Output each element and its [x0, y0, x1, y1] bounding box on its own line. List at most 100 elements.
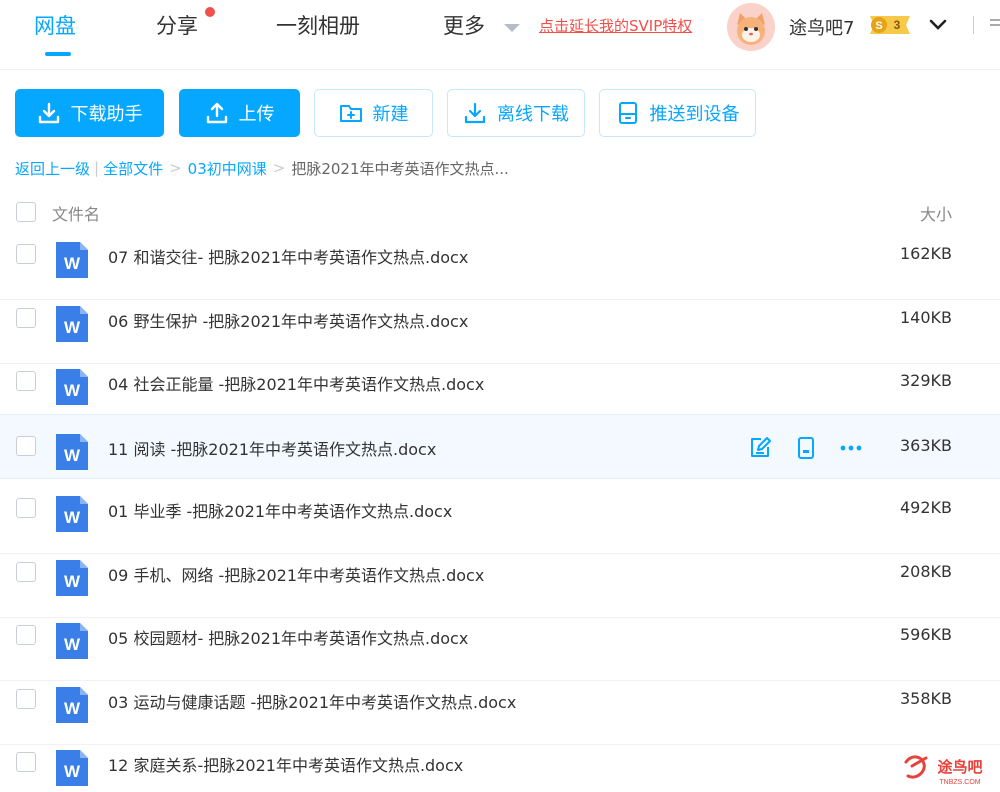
file-row[interactable]: W 05 校园题材- 把脉2021年中考英语作文热点.docx 596KB	[0, 617, 1000, 681]
breadcrumb-back-link[interactable]: 返回上一级	[15, 158, 90, 179]
word-doc-icon: W	[56, 560, 88, 596]
top-nav: 网盘 分享 一刻相册 更多 点击延长我的SVIP特权 途鸟吧7 S 3	[0, 0, 1000, 70]
file-row[interactable]: W 07 和谐交往- 把脉2021年中考英语作文热点.docx 162KB	[0, 236, 1000, 300]
username[interactable]: 途鸟吧7	[789, 14, 854, 40]
phone-icon[interactable]	[794, 436, 818, 460]
nav-cut-off-icon	[988, 16, 1000, 32]
file-row[interactable]: W 12 家庭关系-把脉2021年中考英语作文热点.docx	[0, 744, 1000, 791]
row-checkbox[interactable]	[16, 562, 36, 582]
row-checkbox[interactable]	[16, 689, 36, 709]
offline-download-icon	[464, 102, 486, 124]
row-checkbox[interactable]	[16, 244, 36, 264]
file-name[interactable]: 09 手机、网络 -把脉2021年中考英语作文热点.docx	[108, 562, 484, 586]
file-size: 492KB	[899, 498, 952, 517]
row-checkbox[interactable]	[16, 308, 36, 328]
download-helper-label: 下载助手	[70, 104, 143, 125]
watermark-subtext: TNBZS.COM	[939, 779, 980, 786]
caret-down-icon[interactable]	[504, 24, 520, 32]
breadcrumb-separator: >	[169, 159, 182, 177]
svg-text:W: W	[64, 699, 81, 718]
nav-divider	[973, 16, 974, 34]
file-name[interactable]: 07 和谐交往- 把脉2021年中考英语作文热点.docx	[108, 244, 468, 268]
nav-active-underline	[45, 52, 71, 56]
push-to-device-button[interactable]: 推送到设备	[599, 89, 756, 137]
upload-label: 上传	[238, 104, 275, 125]
word-doc-icon: W	[56, 623, 88, 659]
breadcrumb-folder-link[interactable]: 03初中网课	[188, 158, 267, 179]
offline-download-button[interactable]: 离线下载	[447, 89, 585, 137]
row-checkbox[interactable]	[16, 752, 36, 772]
notification-dot	[205, 7, 215, 17]
row-checkbox[interactable]	[16, 625, 36, 645]
edit-icon[interactable]	[748, 436, 772, 460]
badge-level: 3	[894, 18, 901, 32]
breadcrumb-divider: |	[94, 159, 100, 177]
row-checkbox[interactable]	[16, 498, 36, 518]
file-list-header: 文件名 大小	[0, 193, 1000, 235]
row-checkbox[interactable]	[16, 436, 36, 456]
file-name[interactable]: 12 家庭关系-把脉2021年中考英语作文热点.docx	[108, 752, 463, 776]
site-watermark-logo: 途鸟吧 TNBZS.COM	[902, 752, 994, 788]
svg-text:W: W	[64, 318, 81, 337]
word-doc-icon: W	[56, 242, 88, 278]
push-to-device-label: 推送到设备	[649, 104, 740, 125]
download-icon	[38, 102, 59, 124]
watermark-text: 途鸟吧	[937, 758, 982, 776]
file-size: 358KB	[899, 689, 952, 708]
word-doc-icon: W	[56, 369, 88, 405]
file-size: 363KB	[899, 436, 952, 455]
breadcrumb-current: 把脉2021年中考英语作文热点...	[291, 159, 509, 178]
file-size: 162KB	[899, 244, 952, 263]
file-size: 140KB	[899, 308, 952, 327]
upload-icon	[206, 102, 227, 124]
file-name[interactable]: 03 运动与健康话题 -把脉2021年中考英语作文热点.docx	[108, 689, 516, 713]
svip-renew-link[interactable]: 点击延长我的SVIP特权	[539, 15, 692, 36]
word-doc-icon: W	[56, 750, 88, 786]
svip-level-badge: S 3	[866, 14, 914, 36]
avatar-cat-icon	[727, 3, 775, 51]
file-size: 329KB	[899, 371, 952, 390]
badge-symbol: S	[875, 20, 882, 32]
avatar[interactable]	[727, 3, 775, 51]
word-doc-icon: W	[56, 687, 88, 723]
svg-text:W: W	[64, 381, 81, 400]
breadcrumb: 返回上一级 | 全部文件 > 03初中网课 > 把脉2021年中考英语作文热点.…	[15, 156, 509, 180]
column-header-size[interactable]: 大小	[920, 201, 952, 225]
file-name[interactable]: 11 阅读 -把脉2021年中考英语作文热点.docx	[108, 436, 436, 460]
select-all-checkbox[interactable]	[16, 202, 36, 222]
offline-download-label: 离线下载	[497, 104, 569, 125]
file-name[interactable]: 06 野生保护 -把脉2021年中考英语作文热点.docx	[108, 308, 468, 332]
row-checkbox[interactable]	[16, 371, 36, 391]
nav-tab-more[interactable]: 更多	[443, 10, 485, 40]
file-row[interactable]: W 06 野生保护 -把脉2021年中考英语作文热点.docx 140KB	[0, 300, 1000, 364]
file-size: 208KB	[899, 562, 952, 581]
svg-text:W: W	[64, 508, 81, 527]
file-row[interactable]: W 03 运动与健康话题 -把脉2021年中考英语作文热点.docx 358KB	[0, 681, 1000, 745]
file-row-hovered[interactable]: W 11 阅读 -把脉2021年中考英语作文热点.docx 363KB	[0, 414, 1000, 479]
download-helper-button[interactable]: 下载助手	[15, 89, 164, 137]
chevron-down-icon[interactable]	[928, 14, 948, 34]
new-folder-label: 新建	[372, 104, 409, 125]
nav-tab-album[interactable]: 一刻相册	[276, 10, 360, 40]
file-name[interactable]: 01 毕业季 -把脉2021年中考英语作文热点.docx	[108, 498, 452, 522]
nav-tab-netdisk[interactable]: 网盘	[34, 10, 76, 40]
svg-text:W: W	[64, 572, 81, 591]
file-row[interactable]: W 01 毕业季 -把脉2021年中考英语作文热点.docx 492KB	[0, 490, 1000, 554]
upload-button[interactable]: 上传	[179, 89, 300, 137]
word-doc-icon: W	[56, 306, 88, 342]
svg-text:W: W	[64, 635, 81, 654]
svg-text:W: W	[64, 254, 81, 273]
new-folder-icon	[339, 105, 362, 122]
push-device-icon	[618, 102, 637, 124]
breadcrumb-all-files-link[interactable]: 全部文件	[103, 158, 163, 179]
file-name[interactable]: 05 校园题材- 把脉2021年中考英语作文热点.docx	[108, 625, 468, 649]
file-name[interactable]: 04 社会正能量 -把脉2021年中考英语作文热点.docx	[108, 371, 484, 395]
more-icon[interactable]	[839, 436, 863, 460]
file-size: 596KB	[899, 625, 952, 644]
new-folder-button[interactable]: 新建	[314, 89, 433, 137]
column-header-name[interactable]: 文件名	[52, 201, 100, 225]
svg-text:W: W	[64, 446, 81, 465]
nav-tab-share[interactable]: 分享	[156, 10, 198, 40]
breadcrumb-separator: >	[272, 159, 286, 177]
file-row[interactable]: W 09 手机、网络 -把脉2021年中考英语作文热点.docx 208KB	[0, 554, 1000, 618]
